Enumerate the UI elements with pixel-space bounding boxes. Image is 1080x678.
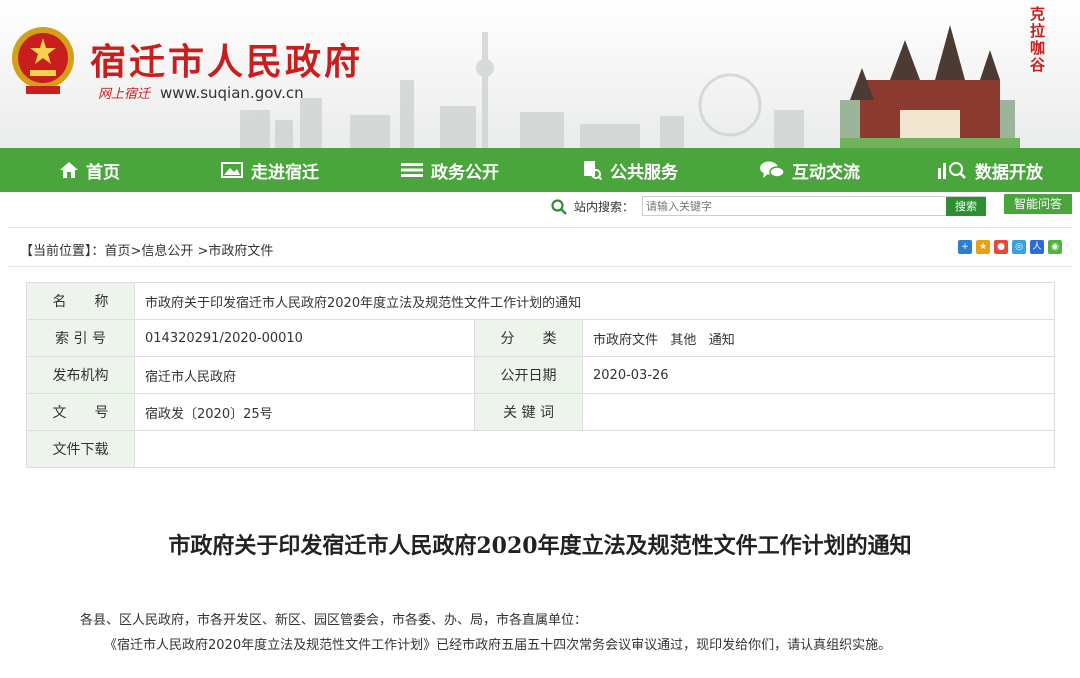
table-row: 发布机构 宿迁市人民政府 公开日期 2020-03-26 bbox=[26, 356, 1055, 394]
breadcrumb-path[interactable]: ：首页>信息公开 >市政府文件 bbox=[92, 244, 274, 259]
search-bar: 站内搜索： 搜索 智能问答 bbox=[0, 194, 1080, 220]
date-value: 2020-03-26 bbox=[582, 356, 1055, 394]
breadcrumb-bar: 【当前位置】：首页>信息公开 >市政府文件 + ★ ● ◎ 人 ◉ bbox=[8, 227, 1072, 267]
name-value: 市政府关于印发宿迁市人民政府2020年度立法及规范性文件工作计划的通知 bbox=[134, 282, 1055, 320]
site-url[interactable]: www.suqian.gov.cn bbox=[160, 84, 304, 102]
nav-item-label: 数据开放 bbox=[975, 162, 1043, 183]
nav-item-label: 互动交流 bbox=[792, 162, 860, 183]
share-renren-icon[interactable]: 人 bbox=[1030, 240, 1044, 254]
table-row: 名 称 市政府关于印发宿迁市人民政府2020年度立法及规范性文件工作计划的通知 bbox=[26, 282, 1055, 320]
nav-item-gov-affairs[interactable]: 政务公开 bbox=[360, 148, 540, 192]
download-value[interactable] bbox=[134, 430, 1055, 468]
publisher-value: 宿迁市人民政府 bbox=[134, 356, 475, 394]
list-icon bbox=[401, 163, 423, 177]
share-weibo-icon[interactable]: ● bbox=[994, 240, 1008, 254]
site-title[interactable]: 宿迁市人民政府 bbox=[90, 42, 363, 82]
search-input[interactable] bbox=[642, 196, 986, 216]
share-icons: + ★ ● ◎ 人 ◉ bbox=[958, 240, 1062, 254]
article-title: 市政府关于印发宿迁市人民政府2020年度立法及规范性文件工作计划的通知 bbox=[168, 533, 912, 559]
header-banner: 宿迁市人民政府 网上宿迁 www.suqian.gov.cn 克拉咖谷 bbox=[0, 0, 1080, 148]
article-body: 《宿迁市人民政府2020年度立法及规范性文件工作计划》已经市政府五届五十四次常务… bbox=[104, 638, 892, 653]
nav-item-about[interactable]: 走进宿迁 bbox=[180, 148, 360, 192]
keyword-label: 关 键 词 bbox=[474, 393, 583, 431]
breadcrumb: 【当前位置】：首页>信息公开 >市政府文件 bbox=[20, 240, 273, 259]
docno-value: 宿政发〔2020〕25号 bbox=[134, 393, 475, 431]
document-info-table: 名 称 市政府关于印发宿迁市人民政府2020年度立法及规范性文件工作计划的通知 … bbox=[26, 282, 1055, 468]
table-row: 文件下载 bbox=[26, 430, 1055, 468]
home-icon bbox=[60, 162, 78, 178]
picture-icon bbox=[221, 162, 243, 178]
data-chart-icon bbox=[938, 162, 966, 179]
article-salutation: 各县、区人民政府，市各开发区、新区、园区管委会，市各委、办、局，市各直属单位： bbox=[80, 613, 588, 628]
docno-label: 文 号 bbox=[26, 393, 135, 431]
table-row: 文 号 宿政发〔2020〕25号 关 键 词 bbox=[26, 393, 1055, 431]
share-qzone-icon[interactable]: ★ bbox=[976, 240, 990, 254]
share-plus-icon[interactable]: + bbox=[958, 240, 972, 254]
nav-item-label: 政务公开 bbox=[431, 162, 499, 183]
nav-item-label: 公共服务 bbox=[610, 162, 678, 183]
category-label: 分 类 bbox=[474, 319, 583, 357]
nav-item-interaction[interactable]: 互动交流 bbox=[720, 148, 900, 192]
smart-qa-button[interactable]: 智能问答 bbox=[1004, 194, 1072, 214]
nav-item-label: 走进宿迁 bbox=[251, 162, 319, 183]
search-label: 站内搜索： bbox=[574, 200, 635, 214]
search-button[interactable]: 搜索 bbox=[946, 197, 986, 216]
nav-item-public-service[interactable]: 公共服务 bbox=[540, 148, 720, 192]
national-emblem-logo bbox=[12, 27, 74, 94]
search-icon bbox=[551, 199, 567, 215]
nav-item-open-data[interactable]: 数据开放 bbox=[900, 148, 1080, 192]
city-skyline-illustration bbox=[240, 25, 1020, 148]
index-label: 索 引 号 bbox=[26, 319, 135, 357]
site-subtitle: 网上宿迁 www.suqian.gov.cn bbox=[98, 84, 304, 104]
category-value: 市政府文件 其他 通知 bbox=[582, 319, 1055, 357]
table-row: 索 引 号 014320291/2020-00010 分 类 市政府文件 其他 … bbox=[26, 319, 1055, 357]
chat-icon bbox=[760, 161, 784, 178]
share-wechat-icon[interactable]: ◉ bbox=[1048, 240, 1062, 254]
site-calligraphy: 网上宿迁 bbox=[98, 87, 151, 102]
document-search-icon bbox=[584, 161, 602, 180]
download-label: 文件下载 bbox=[26, 430, 135, 468]
date-label: 公开日期 bbox=[474, 356, 583, 394]
name-label: 名 称 bbox=[26, 282, 135, 320]
share-tencent-icon[interactable]: ◎ bbox=[1012, 240, 1026, 254]
keyword-value bbox=[582, 393, 1055, 431]
breadcrumb-prefix: 【当前位置】 bbox=[20, 244, 92, 259]
main-nav: 首页 走进宿迁 政务公开 公共服务 互动交流 数据开放 bbox=[0, 148, 1080, 192]
index-value: 014320291/2020-00010 bbox=[134, 319, 475, 357]
banner-calligraphy: 克拉咖谷 bbox=[1030, 5, 1046, 74]
nav-item-label: 首页 bbox=[86, 162, 120, 183]
nav-item-home[interactable]: 首页 bbox=[0, 148, 180, 192]
publisher-label: 发布机构 bbox=[26, 356, 135, 394]
